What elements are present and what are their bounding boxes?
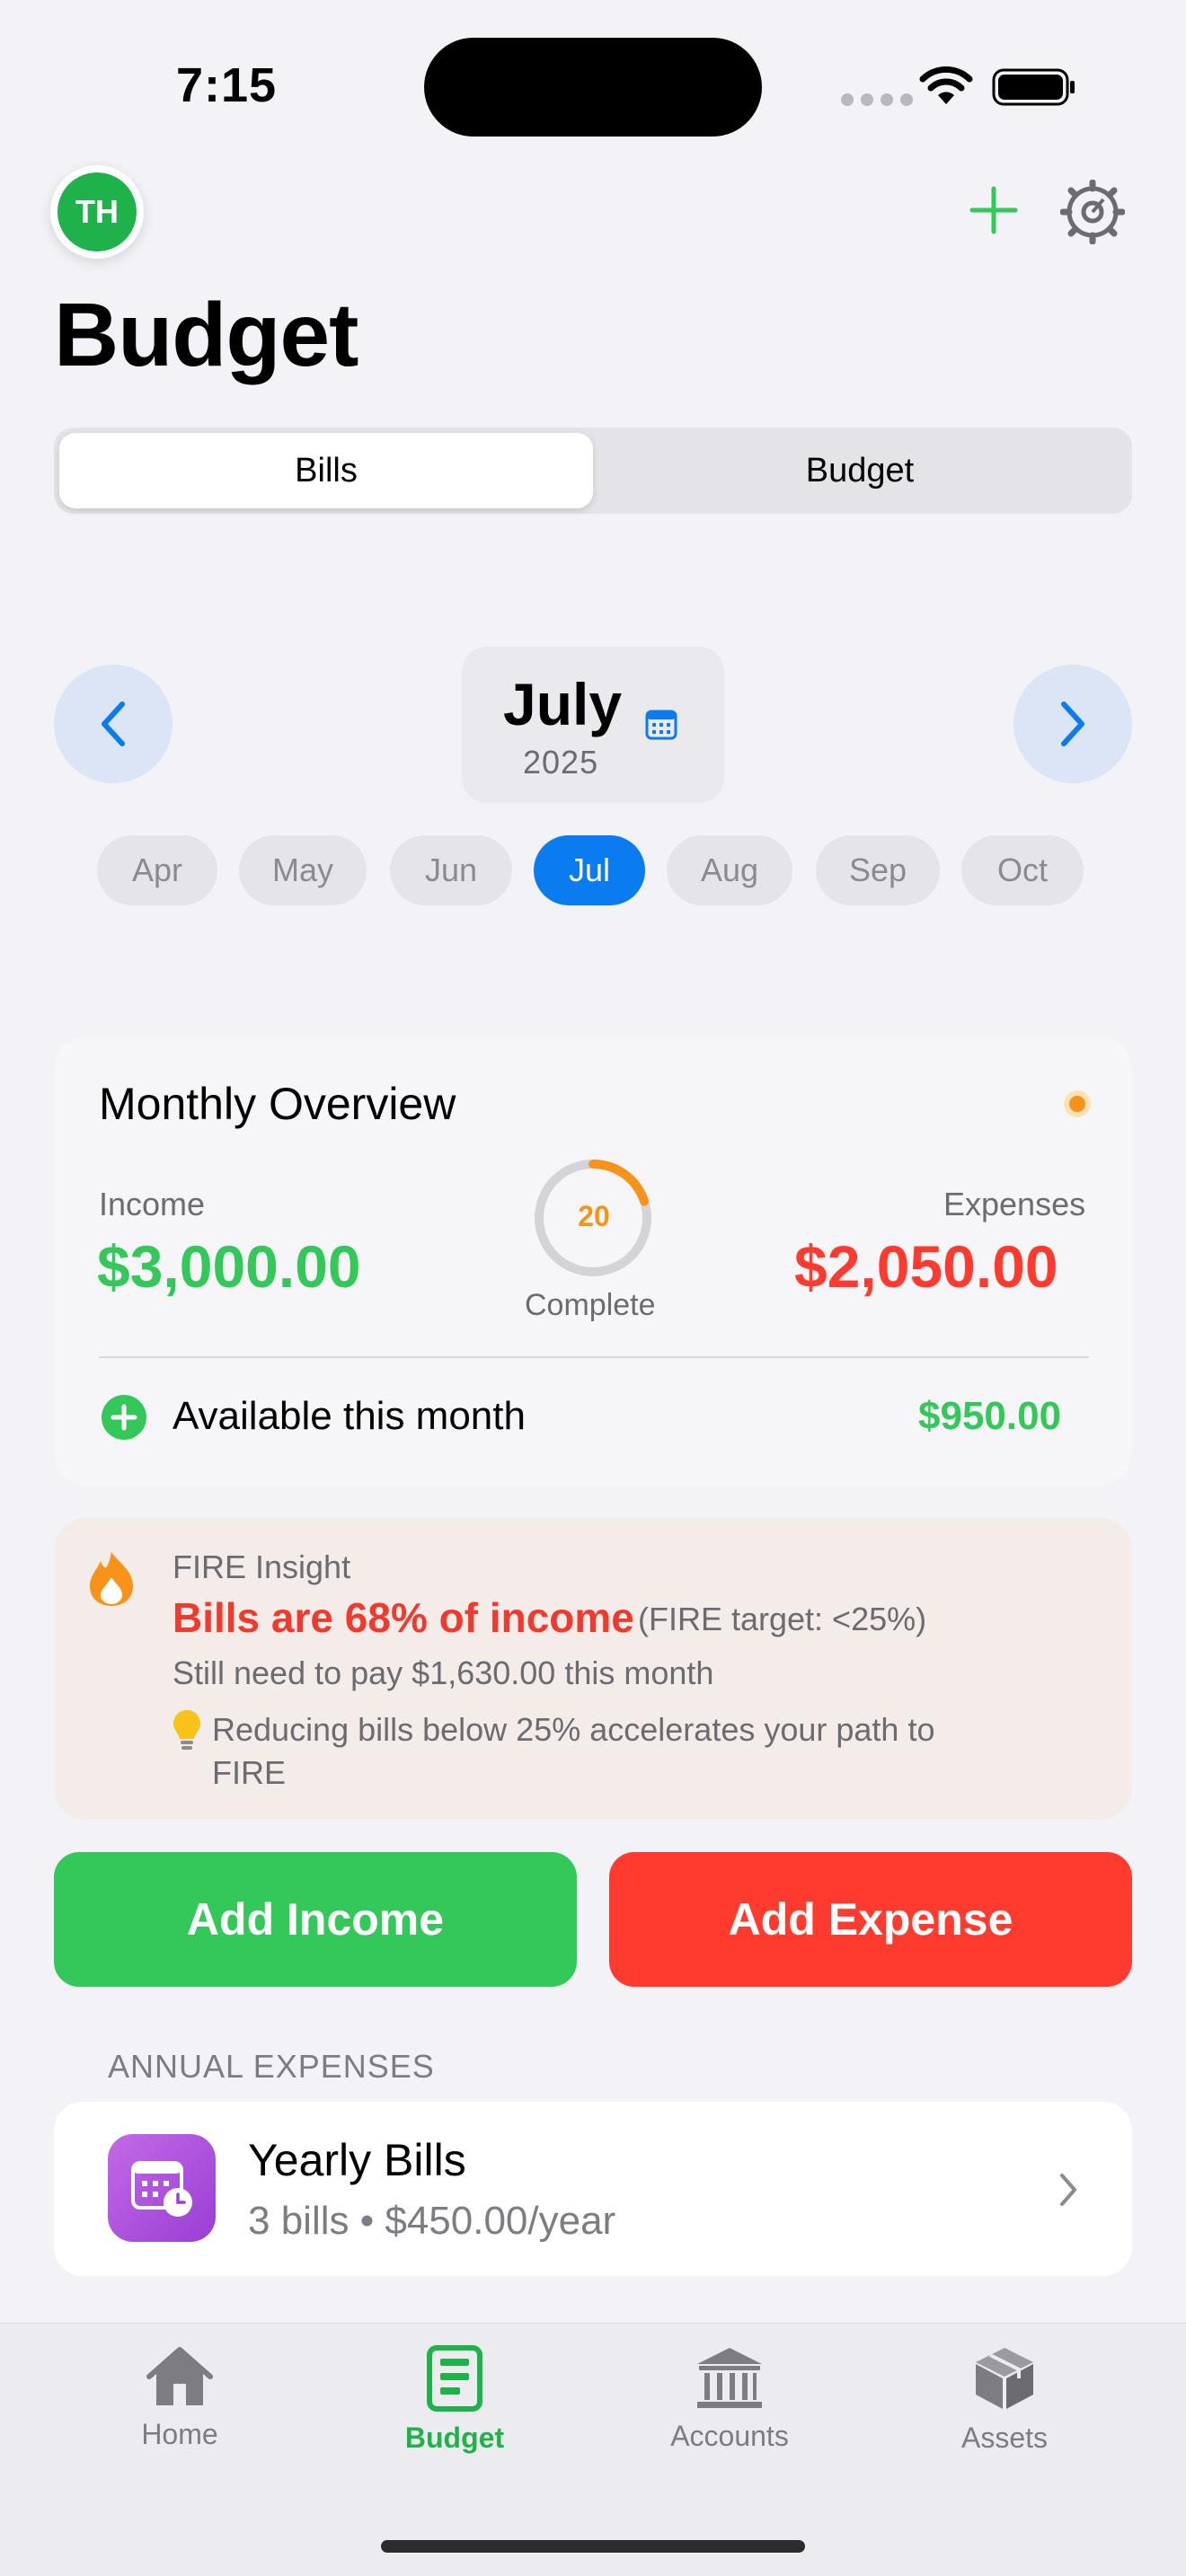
fire-tip: Reducing bills below 25% accelerates you… (212, 1711, 935, 1791)
expenses-label: Expenses (943, 1186, 1086, 1222)
plus-icon[interactable] (969, 185, 1019, 235)
dynamic-island (424, 38, 762, 137)
tab-label: Budget (404, 2422, 505, 2454)
fire-insight-title: FIRE Insight (173, 1548, 351, 1585)
calendar-icon (645, 710, 677, 740)
bank-icon (697, 2348, 762, 2408)
tab-assets[interactable]: Assets (897, 2344, 1112, 2455)
signal-icon (841, 93, 913, 106)
tab-home[interactable]: Home (72, 2344, 288, 2451)
month-year: 2025 (523, 744, 599, 781)
tab-label: Assets (960, 2422, 1049, 2454)
tab-label: Home (141, 2418, 218, 2450)
flame-icon (90, 1552, 133, 1606)
yearly-bills-title: Yearly Bills (248, 2135, 466, 2185)
chevron-right-icon (1061, 701, 1084, 746)
lightbulb-icon (173, 1710, 200, 1750)
home-indicator (381, 2540, 805, 2553)
segment-bills[interactable]: Bills (59, 433, 593, 508)
wifi-icon (919, 66, 973, 104)
fire-pay-note: Still need to pay $1,630.00 this month (173, 1654, 714, 1691)
chevron-right-icon (1060, 2174, 1076, 2206)
next-month-button[interactable] (1013, 665, 1132, 783)
income-value: $3,000.00 (97, 1233, 361, 1300)
add-expense-button[interactable]: Add Expense (609, 1852, 1132, 1987)
month-chip-jun[interactable]: Jun (390, 835, 512, 905)
plus-circle-icon (102, 1395, 146, 1440)
progress-label: Complete (525, 1288, 656, 1322)
segment-budget[interactable]: Budget (593, 433, 1127, 508)
overview-title: Monthly Overview (99, 1079, 456, 1129)
available-label: Available this month (173, 1394, 526, 1438)
box-icon (976, 2348, 1033, 2409)
view-segmented-control: Bills Budget (54, 428, 1132, 514)
tab-label: Accounts (670, 2420, 789, 2452)
status-time: 7:15 (176, 58, 278, 112)
page-title: Budget (54, 285, 358, 385)
battery-icon (992, 68, 1075, 106)
fire-headline: Bills are 68% of income (173, 1594, 634, 1641)
month-picker[interactable]: July 2025 (462, 647, 724, 803)
yearly-bills-subtitle: 3 bills • $450.00/year (248, 2199, 616, 2243)
available-value: $950.00 (918, 1394, 1062, 1438)
gear-icon[interactable] (1060, 180, 1125, 244)
fire-target: (FIRE target: <25%) (638, 1601, 927, 1637)
add-income-button[interactable]: Add Income (54, 1852, 577, 1987)
avatar-initials: TH (58, 172, 137, 251)
previous-month-button[interactable] (54, 665, 173, 783)
expenses-value: $2,050.00 (794, 1233, 1058, 1300)
chevron-left-icon (102, 701, 125, 746)
month-chip-oct[interactable]: Oct (961, 835, 1084, 905)
month-chip-aug[interactable]: Aug (667, 835, 792, 905)
month-name: July (503, 671, 623, 737)
month-chip-apr[interactable]: Apr (97, 835, 217, 905)
month-chip-jul[interactable]: Jul (534, 835, 645, 905)
divider (99, 1356, 1089, 1358)
house-icon (146, 2347, 213, 2405)
progress-value: 20 (578, 1200, 610, 1232)
month-chip-sep[interactable]: Sep (816, 835, 940, 905)
tab-budget[interactable]: Budget (347, 2344, 562, 2455)
section-header: ANNUAL EXPENSES (108, 2048, 435, 2085)
status-dot (1064, 1090, 1091, 1117)
avatar[interactable]: TH (50, 165, 144, 259)
tab-accounts[interactable]: Accounts (622, 2344, 837, 2453)
budget-list-icon (427, 2345, 482, 2412)
month-chip-may[interactable]: May (239, 835, 367, 905)
calendar-clock-icon (108, 2134, 216, 2242)
income-label: Income (99, 1186, 206, 1222)
yearly-bills-row[interactable] (54, 2102, 1132, 2276)
